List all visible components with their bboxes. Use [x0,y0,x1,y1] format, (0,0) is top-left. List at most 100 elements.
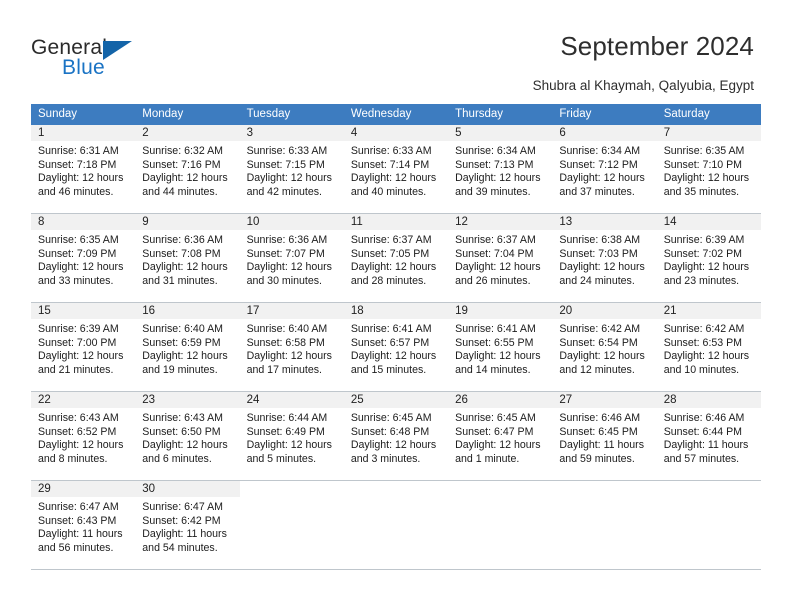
calendar-day-cell[interactable]: 24 Sunrise: 6:44 AM Sunset: 6:49 PM Dayligh… [239,392,344,480]
day-sun-info: Sunrise: 6:36 AM Sunset: 7:07 PM Daylight:… [240,230,344,288]
daylight-text-line1: Daylight: 12 hours [455,261,541,274]
calendar-day-cell[interactable]: 26 Sunrise: 6:45 AM Sunset: 6:47 PM Dayligh… [448,392,553,480]
day-number: 21 [656,303,761,319]
sunrise-text: Sunrise: 6:43 AM [38,412,119,424]
calendar-day-cell-empty [344,481,448,569]
daylight-text-line1: Daylight: 12 hours [38,261,124,274]
sunrise-text: Sunrise: 6:34 AM [559,145,641,157]
sunrise-text: Sunrise: 6:35 AM [38,234,119,246]
calendar-day-cell[interactable]: 8 Sunrise: 6:35 AM Sunset: 7:09 PM Daylight… [31,214,136,302]
calendar-day-cell[interactable]: 4 Sunrise: 6:33 AM Sunset: 7:14 PM Daylight… [343,125,449,213]
calendar-day-cell[interactable]: 5 Sunrise: 6:34 AM Sunset: 7:13 PM Daylight… [448,125,553,213]
daylight-text-line2: and 37 minutes. [559,185,635,198]
calendar-day-cell[interactable]: 3 Sunrise: 6:33 AM Sunset: 7:15 PM Daylight… [239,125,344,213]
day-number: 9 [135,214,240,230]
day-number: 27 [552,392,657,408]
calendar-day-cell[interactable]: 19 Sunrise: 6:41 AM Sunset: 6:55 PM Dayligh… [448,303,553,391]
sunset-text: Sunset: 6:42 PM [142,514,221,527]
calendar-day-cell[interactable]: 2 Sunrise: 6:32 AM Sunset: 7:16 PM Daylight… [135,125,240,213]
calendar-day-cell[interactable]: 17 Sunrise: 6:40 AM Sunset: 6:58 PM Dayligh… [239,303,344,391]
day-number: 2 [135,125,240,141]
weekday-header-wednesday: Wednesday [350,108,412,120]
calendar-day-cell[interactable]: 20 Sunrise: 6:42 AM Sunset: 6:54 PM Dayligh… [552,303,657,391]
calendar-grid: Sunday Monday Tuesday Wednesday Thursday… [31,104,761,570]
day-sun-info: Sunrise: 6:34 AM Sunset: 7:13 PM Daylight:… [448,141,552,199]
calendar-day-cell[interactable]: 30 Sunrise: 6:47 AM Sunset: 6:42 PM Dayligh… [135,481,240,569]
day-number: 19 [448,303,553,319]
daylight-text-line1: Daylight: 12 hours [246,261,332,274]
logo-text-blue: Blue [62,56,105,79]
daylight-text-line2: and 57 minutes. [663,452,740,465]
calendar-day-cell[interactable]: 14 Sunrise: 6:39 AM Sunset: 7:02 PM Dayligh… [656,214,761,302]
daylight-text-line1: Daylight: 12 hours [246,439,332,452]
calendar-day-cell[interactable]: 6 Sunrise: 6:34 AM Sunset: 7:12 PM Daylight… [552,125,657,213]
calendar-day-cell[interactable]: 21 Sunrise: 6:42 AM Sunset: 6:53 PM Dayligh… [656,303,761,391]
calendar-day-cell[interactable]: 27 Sunrise: 6:46 AM Sunset: 6:45 PM Dayligh… [552,392,657,480]
daylight-text-line1: Daylight: 11 hours [663,439,749,452]
sunrise-text: Sunrise: 6:41 AM [455,323,536,335]
general-blue-logo[interactable]: General Blue [31,36,201,84]
sunrise-text: Sunrise: 6:32 AM [142,145,223,157]
daylight-text-line2: and 42 minutes. [246,185,322,198]
daylight-text-line2: and 35 minutes. [663,185,740,198]
calendar-day-cell[interactable]: 29 Sunrise: 6:47 AM Sunset: 6:43 PM Dayligh… [31,481,136,569]
calendar-day-cell[interactable]: 1 Sunrise: 6:31 AM Sunset: 7:18 PM Daylight… [31,125,136,213]
day-number: 3 [239,125,344,141]
calendar-day-cell[interactable]: 23 Sunrise: 6:43 AM Sunset: 6:50 PM Dayligh… [135,392,240,480]
daylight-text-line1: Daylight: 12 hours [559,172,645,185]
day-number: 24 [239,392,344,408]
day-number: 12 [448,214,553,230]
sunset-text: Sunset: 6:54 PM [559,336,638,349]
daylight-text-line1: Daylight: 12 hours [246,350,332,363]
calendar-day-cell[interactable]: 16 Sunrise: 6:40 AM Sunset: 6:59 PM Dayligh… [135,303,240,391]
calendar-day-cell[interactable]: 10 Sunrise: 6:36 AM Sunset: 7:07 PM Dayligh… [239,214,344,302]
daylight-text-line2: and 31 minutes. [142,274,218,287]
daylight-text-line1: Daylight: 12 hours [350,172,437,185]
sunrise-text: Sunrise: 6:37 AM [350,234,432,246]
day-sun-info: Sunrise: 6:39 AM Sunset: 7:02 PM Daylight:… [657,230,761,288]
day-number: 6 [552,125,657,141]
calendar-day-cell[interactable]: 7 Sunrise: 6:35 AM Sunset: 7:10 PM Daylight… [656,125,761,213]
calendar-day-cell[interactable]: 25 Sunrise: 6:45 AM Sunset: 6:48 PM Dayligh… [343,392,449,480]
sunrise-text: Sunrise: 6:44 AM [246,412,328,424]
calendar-day-cell[interactable]: 13 Sunrise: 6:38 AM Sunset: 7:03 PM Dayligh… [552,214,657,302]
day-sun-info: Sunrise: 6:42 AM Sunset: 6:53 PM Daylight:… [657,319,761,377]
calendar-day-cell[interactable]: 22 Sunrise: 6:43 AM Sunset: 6:52 PM Dayligh… [31,392,136,480]
daylight-text-line1: Daylight: 12 hours [350,439,437,452]
sunrise-text: Sunrise: 6:42 AM [663,323,745,335]
calendar-day-cell[interactable]: 11 Sunrise: 6:37 AM Sunset: 7:05 PM Dayligh… [343,214,449,302]
day-number: 30 [135,481,240,497]
calendar-day-cell[interactable]: 18 Sunrise: 6:41 AM Sunset: 6:57 PM Dayligh… [343,303,449,391]
sunset-text: Sunset: 7:15 PM [246,158,325,171]
sunset-text: Sunset: 6:52 PM [38,425,117,438]
daylight-text-line1: Daylight: 11 hours [38,528,123,541]
daylight-text-line2: and 10 minutes. [663,363,740,376]
day-sun-info: Sunrise: 6:40 AM Sunset: 6:58 PM Daylight:… [240,319,344,377]
sunrise-text: Sunrise: 6:47 AM [142,501,223,513]
day-number: 1 [31,125,136,141]
daylight-text-line2: and 44 minutes. [142,185,218,198]
sunset-text: Sunset: 6:43 PM [38,514,117,527]
day-number: 14 [656,214,761,230]
daylight-text-line2: and 12 minutes. [559,363,635,376]
daylight-text-line1: Daylight: 11 hours [559,439,645,452]
sunrise-text: Sunrise: 6:46 AM [663,412,745,424]
calendar-week-row: 22 Sunrise: 6:43 AM Sunset: 6:52 PM Dayligh… [31,391,761,480]
calendar-day-cell[interactable]: 15 Sunrise: 6:39 AM Sunset: 7:00 PM Dayligh… [31,303,136,391]
daylight-text-line2: and 40 minutes. [350,185,427,198]
daylight-text-line2: and 30 minutes. [246,274,322,287]
calendar-bottom-border [31,569,761,570]
sunset-text: Sunset: 7:00 PM [38,336,117,349]
calendar-day-cell[interactable]: 12 Sunrise: 6:37 AM Sunset: 7:04 PM Dayligh… [448,214,553,302]
day-number: 29 [31,481,136,497]
daylight-text-line2: and 56 minutes. [38,541,114,554]
sunrise-text: Sunrise: 6:38 AM [559,234,641,246]
daylight-text-line1: Daylight: 12 hours [38,350,124,363]
calendar-day-cell[interactable]: 9 Sunrise: 6:36 AM Sunset: 7:08 PM Daylight… [135,214,240,302]
day-sun-info: Sunrise: 6:39 AM Sunset: 7:00 PM Daylight:… [31,319,135,377]
daylight-text-line2: and 26 minutes. [455,274,531,287]
location-subtitle: Shubra al Khaymah, Qalyubia, Egypt [532,78,754,93]
calendar-day-cell[interactable]: 28 Sunrise: 6:46 AM Sunset: 6:44 PM Dayligh… [656,392,761,480]
logo-triangle-icon [103,41,132,60]
day-number: 15 [31,303,136,319]
